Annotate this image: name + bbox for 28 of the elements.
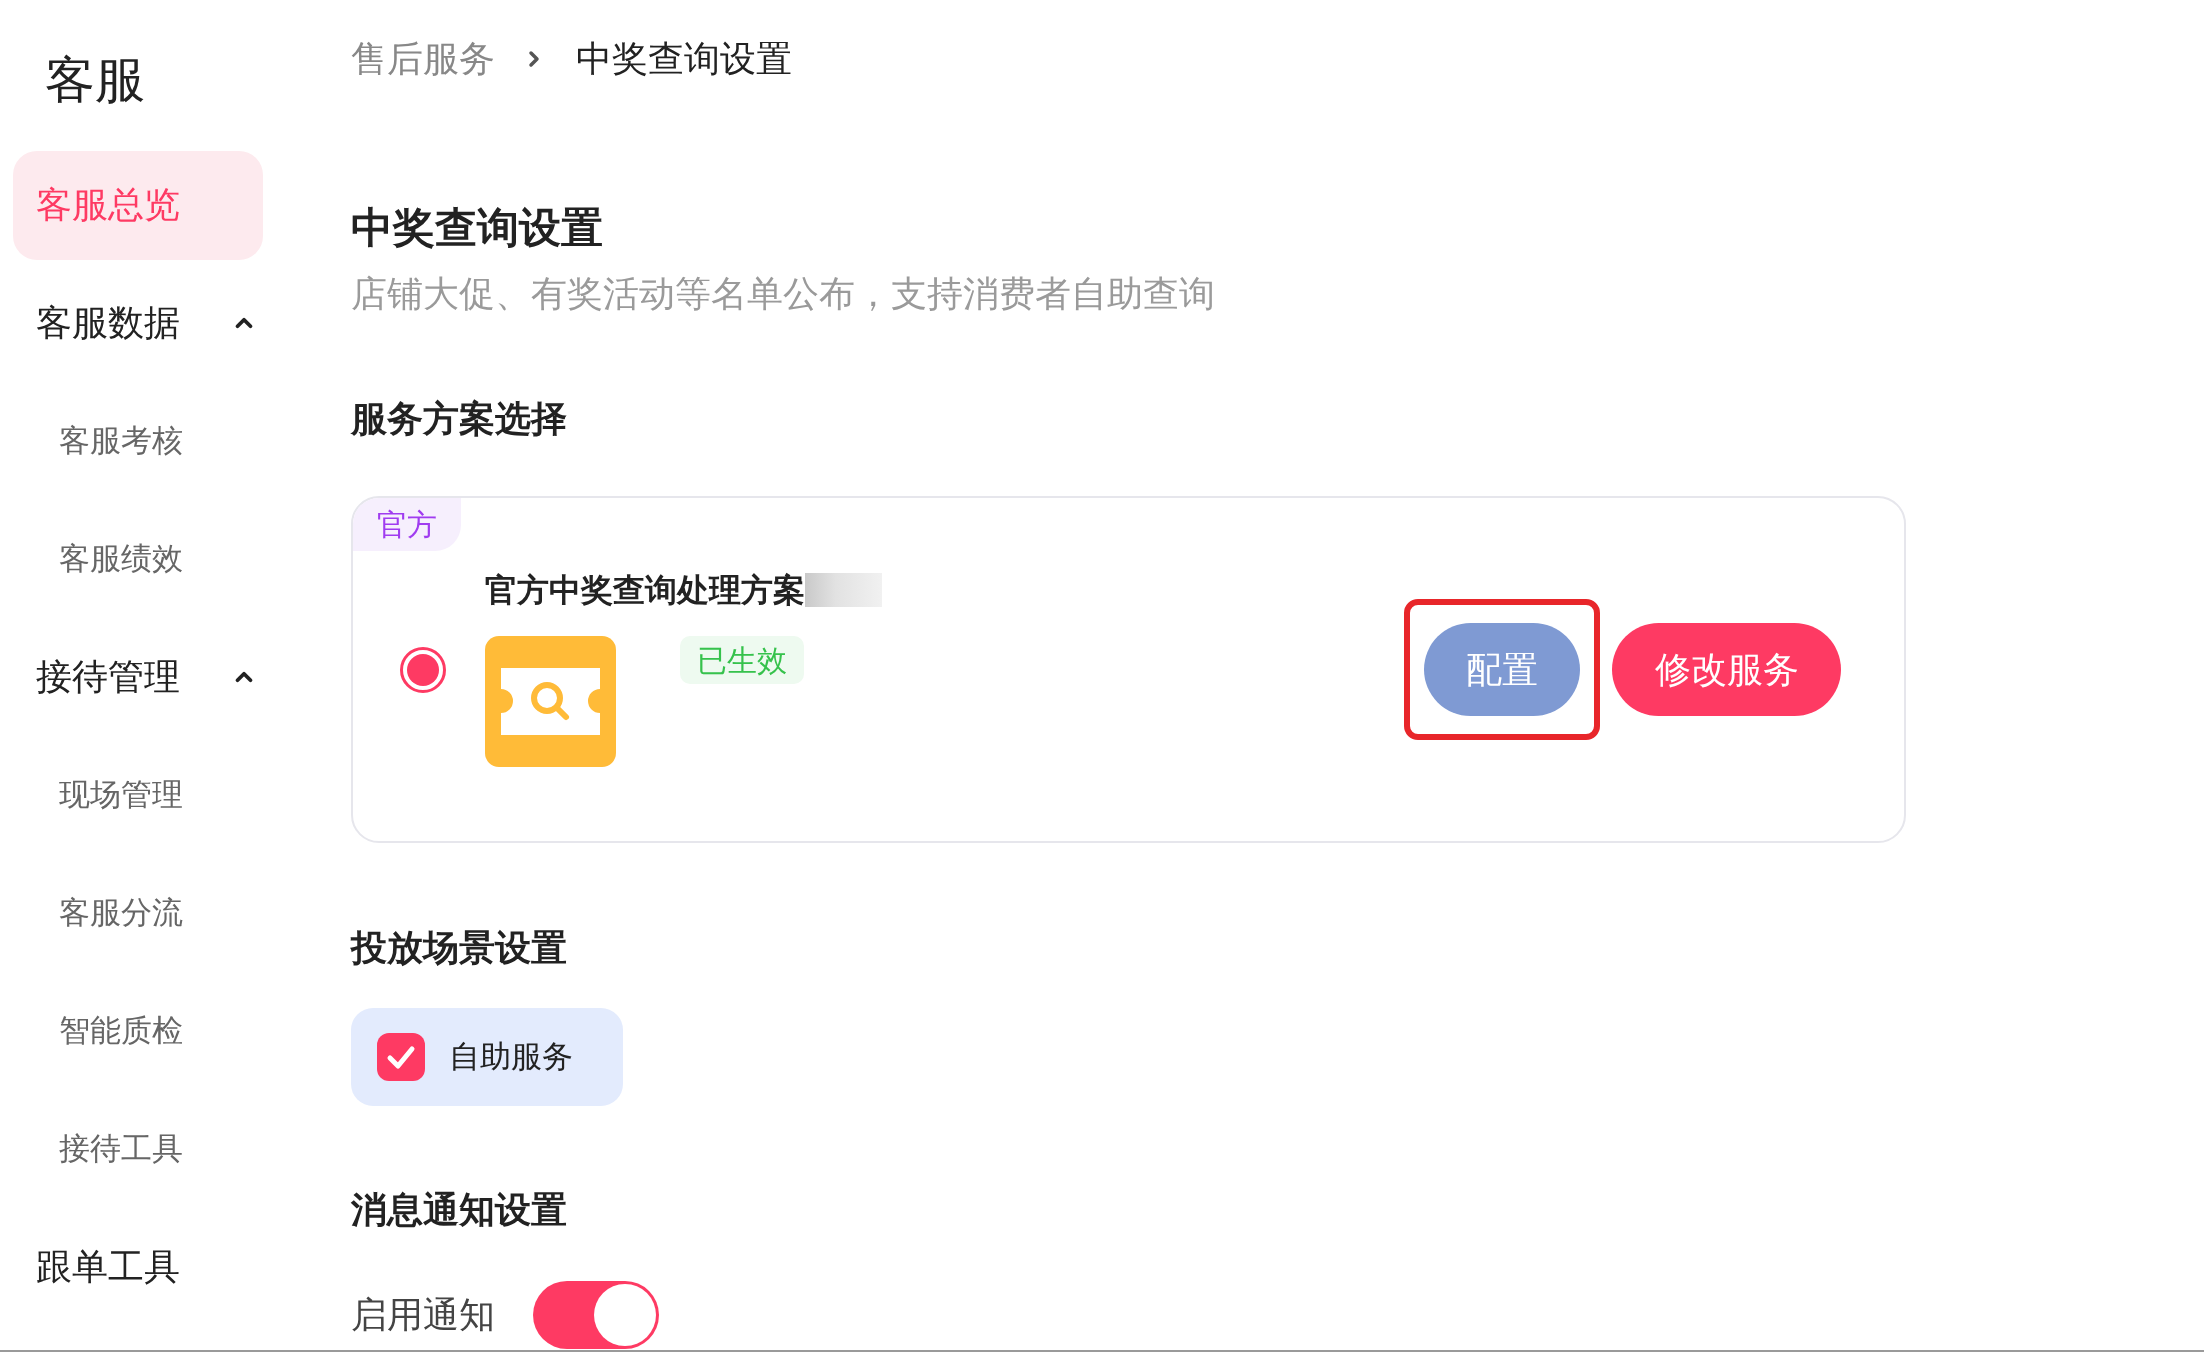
sidebar-subitem[interactable]: 智能质检: [13, 981, 263, 1081]
page-title: 中奖查询设置: [351, 203, 604, 253]
sidebar-title: 客服: [45, 52, 146, 108]
section-heading: 消息通知设置: [351, 1188, 568, 1232]
sidebar-item[interactable]: 客服数据: [13, 268, 263, 378]
sidebar-item[interactable]: 跟单工具: [13, 1212, 263, 1322]
option-chip[interactable]: 自助服务: [351, 1008, 623, 1106]
section-heading: 服务方案选择: [351, 397, 568, 441]
radio-button[interactable]: [400, 646, 446, 693]
sidebar-subitem[interactable]: 现场管理: [13, 745, 263, 845]
breadcrumb-item: 中奖查询设置: [576, 37, 792, 81]
section-heading: 投放场景设置: [351, 926, 568, 970]
ticket-search-icon: [485, 636, 616, 767]
sidebar-subitem[interactable]: 客服绩效: [13, 509, 263, 609]
option-label: 自助服务: [449, 1037, 573, 1076]
toggle-label: 启用通知: [351, 1293, 495, 1337]
status-tag: 已生效: [680, 636, 804, 684]
sidebar-subitem[interactable]: 客服分流: [13, 863, 263, 963]
sidebar-item[interactable]: 接待管理: [13, 622, 263, 732]
checkbox[interactable]: [377, 1033, 425, 1081]
page-subtitle: 店铺大促、有奖活动等名单公布，支持消费者自助查询: [351, 272, 1216, 316]
sidebar-subitem[interactable]: 客服考核: [13, 391, 263, 491]
breadcrumb-item[interactable]: 售后服务: [351, 36, 495, 82]
modify-button[interactable]: 修改服务: [1612, 623, 1841, 716]
plan-name: 官方中奖查询处理方案: [485, 572, 805, 608]
official-badge: 官方: [353, 498, 461, 551]
sidebar-item[interactable]: 客服总览: [13, 150, 263, 260]
sidebar-subitem[interactable]: 接待工具: [13, 1099, 263, 1199]
